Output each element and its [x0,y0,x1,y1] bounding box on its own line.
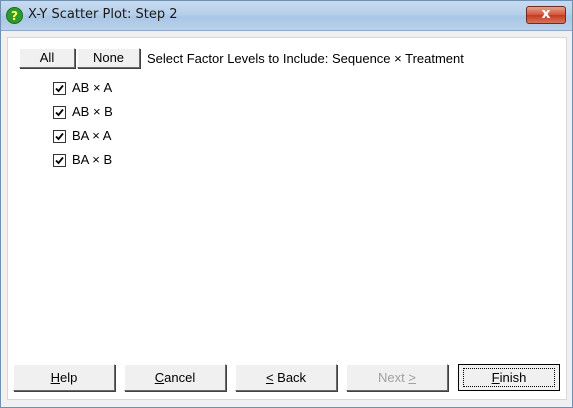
close-icon: x [541,6,551,22]
select-all-button[interactable]: All [19,48,75,68]
focus-indicator [463,368,555,387]
factor-level-label: AB × B [72,104,113,119]
cancel-mnemonic: C [154,370,165,385]
back-mnemonic: < [265,370,274,385]
help-question-icon: ? [6,7,23,24]
select-none-button[interactable]: None [77,48,140,68]
help-mnemonic: H [50,370,61,385]
factor-level-label: AB × A [72,80,113,95]
checkbox[interactable] [53,130,66,143]
close-button[interactable]: x [526,6,566,24]
checkmark-icon [55,132,64,141]
checkbox[interactable] [53,82,66,95]
finish-button[interactable]: Finish [458,364,560,391]
checkmark-icon [55,84,64,93]
help-button[interactable]: Help [13,364,115,391]
checkmark-icon [55,156,64,165]
dialog-client-area: All None Select Factor Levels to Include… [7,37,567,400]
cancel-button[interactable]: Cancel [124,364,226,391]
cancel-label: ancel [164,370,196,385]
svg-text:?: ? [11,9,18,23]
title-bar[interactable]: ? X-Y Scatter Plot: Step 2 x [1,1,572,31]
help-label: elp [60,370,78,385]
checkmark-icon [55,108,64,117]
next-button[interactable]: Next > [346,364,448,391]
checkbox[interactable] [53,154,66,167]
factor-level-label: BA × B [72,152,113,167]
back-button[interactable]: < Back [235,364,337,391]
back-label: Back [273,370,307,385]
next-mnemonic: > [408,370,416,385]
dialog-window: ? X-Y Scatter Plot: Step 2 x All None Se… [0,0,573,408]
next-label: Next [378,370,409,385]
factor-level-label: BA × A [72,128,112,143]
instruction-label: Select Factor Levels to Include: Sequenc… [147,51,464,66]
checkbox[interactable] [53,106,66,119]
window-title: X-Y Scatter Plot: Step 2 [28,7,178,22]
select-none-label: None [92,50,125,65]
select-all-label: All [39,50,55,65]
